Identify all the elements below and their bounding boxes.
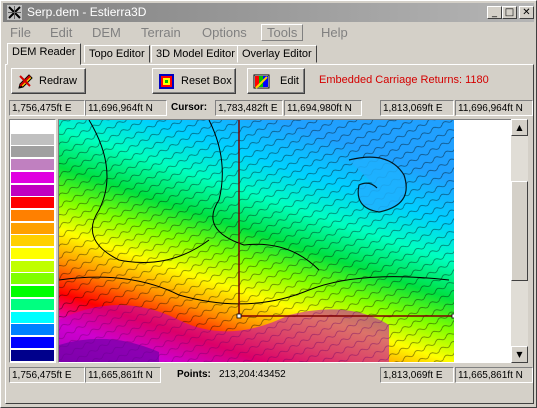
reset-box-label: Reset Box xyxy=(181,75,232,87)
top-west-easting: 1,756,475ft E xyxy=(9,100,85,116)
scroll-up-arrow-icon[interactable]: ▲ xyxy=(511,119,528,136)
title-bar[interactable]: Serp.dem - Estierra3D _ □ ✕ xyxy=(3,3,534,22)
reset-box-button[interactable]: Reset Box xyxy=(152,68,236,94)
map-vertical-scrollbar[interactable]: ▲ ▼ xyxy=(511,119,528,363)
maximize-button[interactable]: □ xyxy=(502,6,517,19)
redraw-label: Redraw xyxy=(39,75,77,87)
elevation-color-legend xyxy=(9,119,56,363)
legend-swatch xyxy=(11,324,54,336)
legend-swatch xyxy=(11,133,54,145)
redraw-button[interactable]: Redraw xyxy=(11,68,86,94)
x-cross-icon xyxy=(7,5,22,20)
edit-palette-icon xyxy=(253,74,270,89)
legend-swatch xyxy=(11,184,54,196)
menu-terrain[interactable]: Terrain xyxy=(136,24,186,41)
points-label: Points: xyxy=(177,369,211,380)
tab-3d-model-editor[interactable]: 3D Model Editor xyxy=(151,45,240,63)
edit-label: Edit xyxy=(280,75,299,87)
menu-file[interactable]: File xyxy=(5,24,36,41)
bottom-southing-right: 11,665,861ft N xyxy=(455,367,533,383)
menu-options[interactable]: Options xyxy=(197,24,252,41)
tab-overlay-editor[interactable]: Overlay Editor xyxy=(237,45,317,63)
edit-button[interactable]: Edit xyxy=(247,68,305,94)
carriage-returns-status: Embedded Carriage Returns: 1180 xyxy=(319,74,489,86)
legend-swatch xyxy=(11,273,54,285)
legend-swatch xyxy=(11,248,54,259)
menu-tools[interactable]: Tools xyxy=(261,24,304,41)
legend-swatch xyxy=(11,171,54,183)
minimize-button[interactable]: _ xyxy=(487,6,502,19)
menu-dem[interactable]: DEM xyxy=(87,24,126,41)
app-window: Serp.dem - Estierra3D _ □ ✕ File Edit DE… xyxy=(0,0,537,408)
top-northing-right: 11,696,964ft N xyxy=(455,100,533,116)
top-northing: 11,696,964ft N xyxy=(85,100,167,116)
legend-swatch xyxy=(11,222,54,234)
menu-help[interactable]: Help xyxy=(316,24,353,41)
tab-strip: DEM Reader Topo Editor 3D Model Editor O… xyxy=(5,43,534,65)
legend-swatch xyxy=(11,349,54,361)
pencil-redraw-icon xyxy=(18,74,33,89)
legend-swatch xyxy=(11,336,54,348)
legend-swatch xyxy=(11,209,54,221)
tab-topo-editor[interactable]: Topo Editor xyxy=(84,45,150,63)
bottom-east-easting: 1,813,069ft E xyxy=(380,367,454,383)
elevation-map[interactable] xyxy=(59,120,511,362)
top-east-easting: 1,813,069ft E xyxy=(380,100,454,116)
cursor-easting: 1,783,482ft E xyxy=(215,100,283,116)
legend-swatch xyxy=(11,298,54,310)
close-button[interactable]: ✕ xyxy=(519,6,534,19)
legend-swatch xyxy=(11,286,54,298)
menu-bar: File Edit DEM Terrain Options Tools Help xyxy=(3,23,534,42)
scroll-thumb[interactable] xyxy=(511,181,528,281)
reset-box-icon xyxy=(159,74,174,89)
legend-swatch xyxy=(11,159,54,171)
window-title: Serp.dem - Estierra3D xyxy=(27,5,147,19)
cursor-northing: 11,694,980ft N xyxy=(284,100,362,116)
bottom-west-easting: 1,756,475ft E xyxy=(9,367,85,383)
legend-swatch xyxy=(11,235,54,247)
legend-swatch xyxy=(11,146,54,158)
legend-swatch xyxy=(11,260,54,272)
legend-swatch xyxy=(11,197,54,209)
legend-swatch xyxy=(11,121,54,132)
scroll-down-arrow-icon[interactable]: ▼ xyxy=(511,346,528,363)
legend-swatch xyxy=(11,311,54,323)
menu-edit[interactable]: Edit xyxy=(45,24,77,41)
tab-dem-reader[interactable]: DEM Reader xyxy=(7,43,81,65)
dem-map-view[interactable] xyxy=(58,119,512,363)
bottom-southing: 11,665,861ft N xyxy=(85,367,161,383)
points-value: 213,204:43452 xyxy=(219,369,286,380)
cursor-label: Cursor: xyxy=(171,102,208,113)
